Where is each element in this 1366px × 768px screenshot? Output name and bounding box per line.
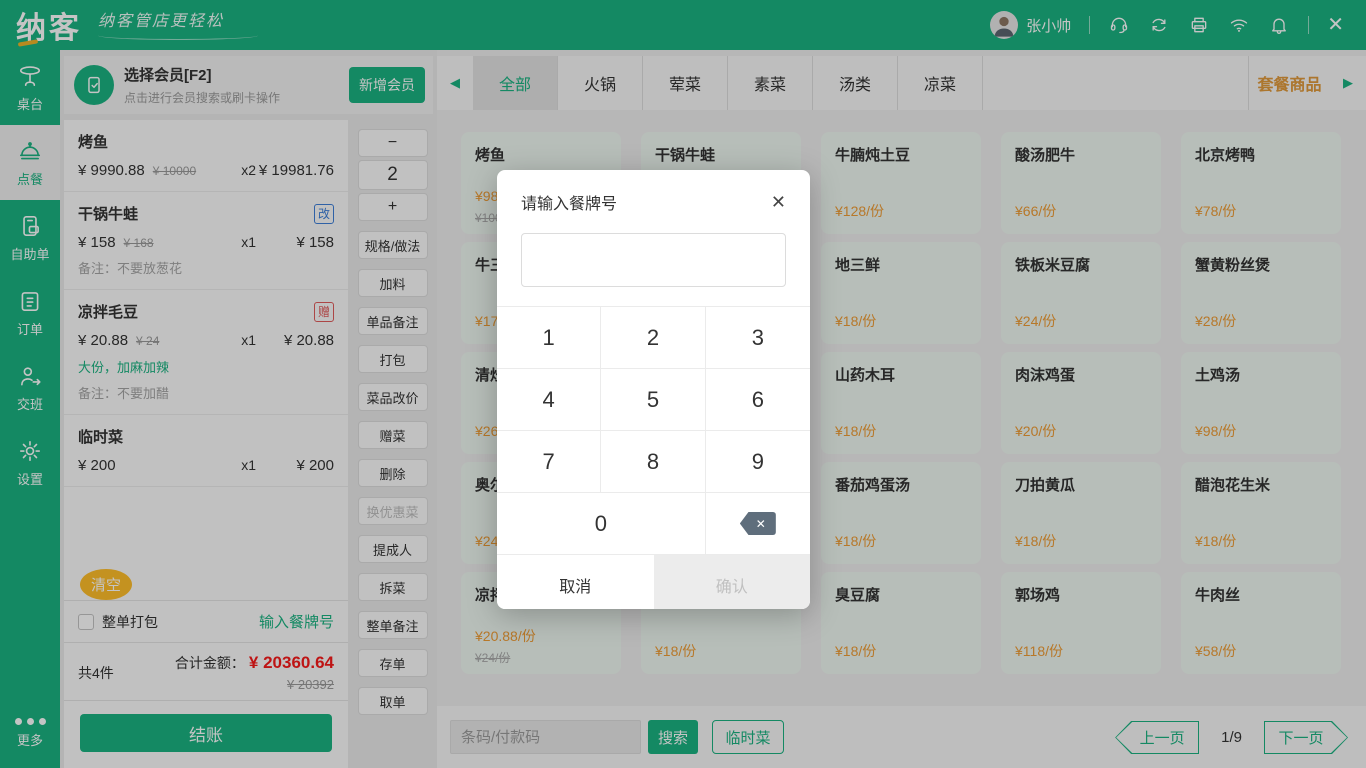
key-2[interactable]: 2	[601, 307, 705, 369]
dialog-title: 请输入餐牌号	[521, 190, 617, 214]
table-number-dialog: 请输入餐牌号 ✕ 1 2 3 4 5 6 7 8 9 0 ✕ 取消 确认	[497, 170, 810, 609]
dialog-cancel-button[interactable]: 取消	[497, 555, 654, 609]
key-3[interactable]: 3	[706, 307, 810, 369]
table-number-input[interactable]	[521, 233, 786, 287]
numeric-keypad: 1 2 3 4 5 6 7 8 9 0 ✕	[497, 306, 810, 555]
key-backspace[interactable]: ✕	[706, 493, 810, 555]
key-5[interactable]: 5	[601, 369, 705, 431]
key-6[interactable]: 6	[706, 369, 810, 431]
key-9[interactable]: 9	[706, 431, 810, 493]
key-0[interactable]: 0	[497, 493, 706, 555]
dialog-close-icon[interactable]: ✕	[771, 193, 786, 211]
backspace-icon: ✕	[740, 512, 776, 535]
key-1[interactable]: 1	[497, 307, 601, 369]
key-4[interactable]: 4	[497, 369, 601, 431]
key-7[interactable]: 7	[497, 431, 601, 493]
key-8[interactable]: 8	[601, 431, 705, 493]
pos-app: 纳客 纳客管店更轻松 张小帅	[0, 0, 1366, 768]
dialog-confirm-button[interactable]: 确认	[654, 555, 811, 609]
